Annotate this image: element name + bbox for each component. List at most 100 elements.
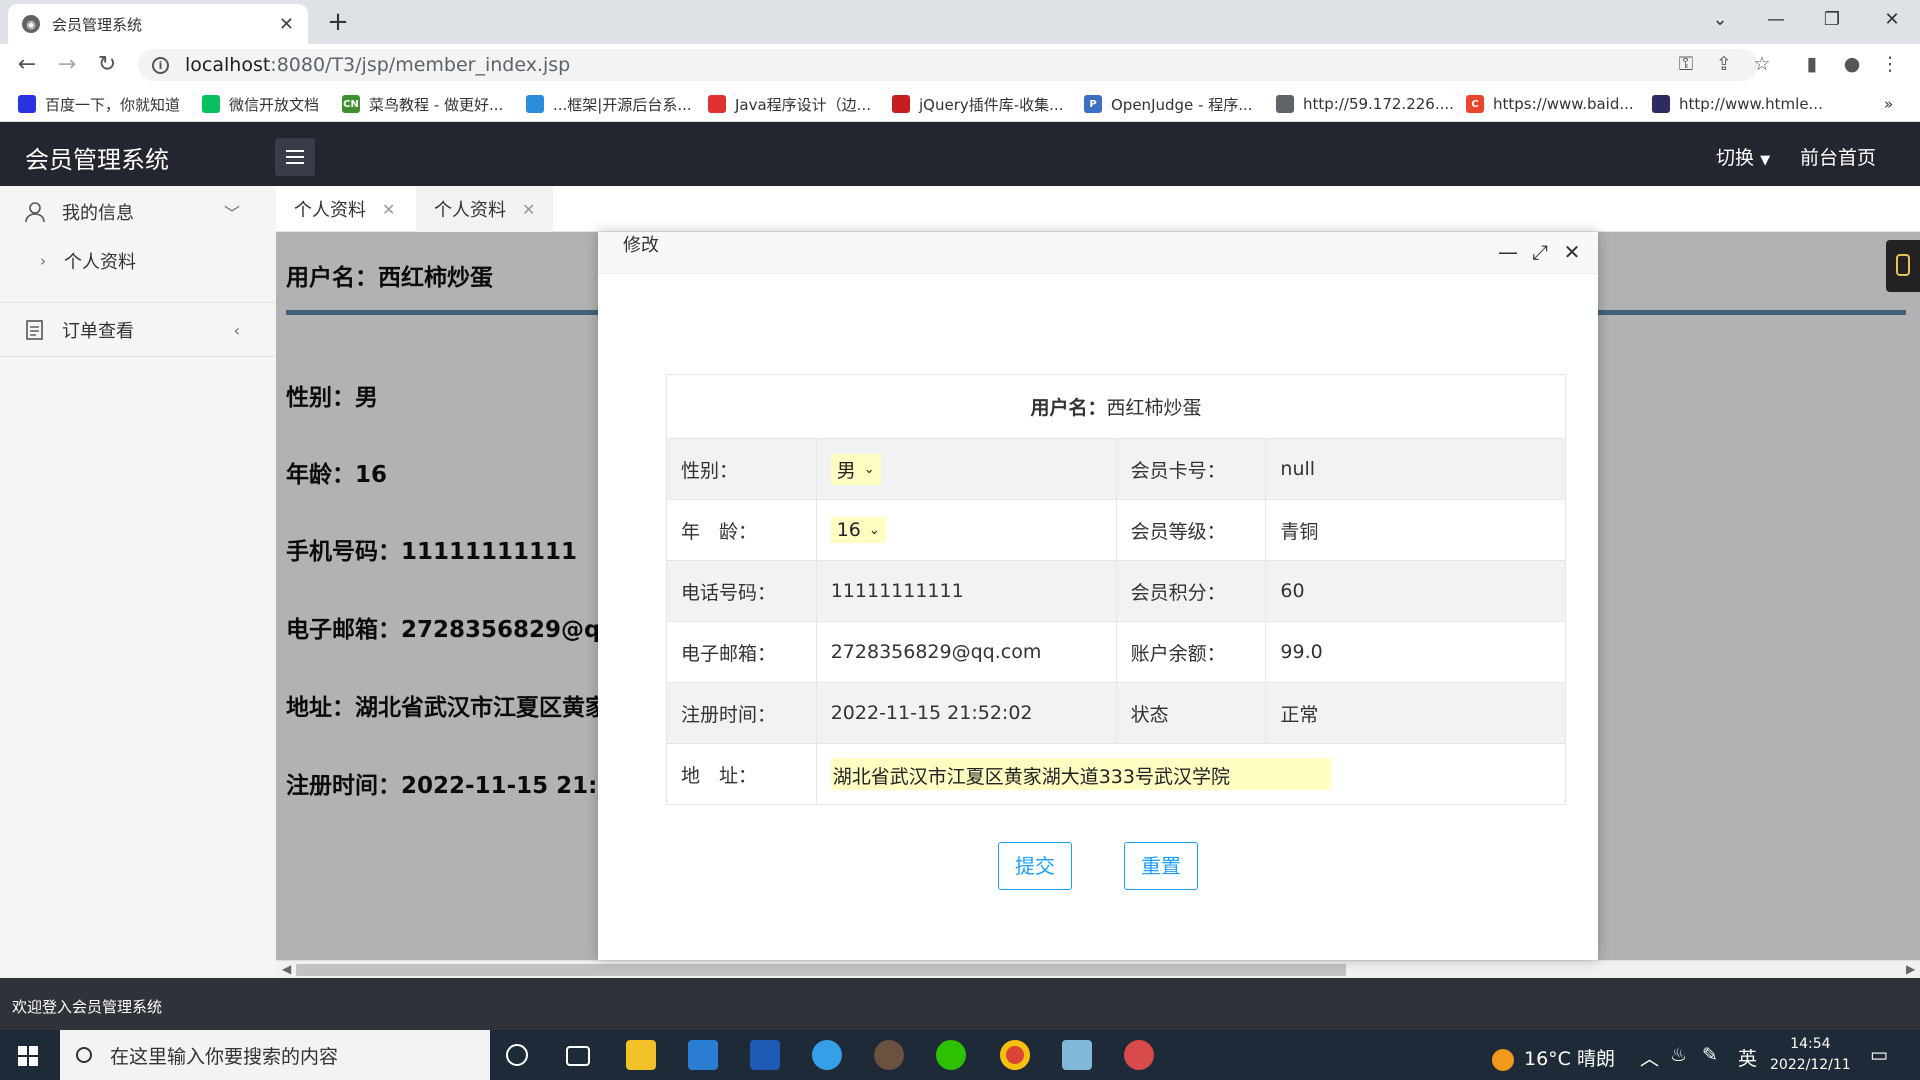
address-input[interactable]: 湖北省武汉市江夏区黄家湖大道333号武汉学院: [830, 758, 1331, 790]
sidebar-item-personal-profile[interactable]: › 个人资料: [0, 238, 276, 284]
bookmark-item[interactable]: http://59.172.226....: [1276, 94, 1454, 114]
share-icon[interactable]: ⇪: [1710, 50, 1738, 78]
scroll-right-icon[interactable]: ▶: [1906, 962, 1915, 976]
close-icon[interactable]: ✕: [1558, 238, 1586, 266]
back-icon[interactable]: ←: [12, 50, 42, 80]
side-panel-icon[interactable]: ▮: [1798, 50, 1826, 78]
bookmark-item[interactable]: P OpenJudge - 程序...: [1084, 94, 1253, 114]
bookmark-item[interactable]: 微信开放文档: [202, 94, 319, 114]
close-icon[interactable]: ✕: [382, 200, 395, 219]
chrome-icon[interactable]: [1000, 1040, 1030, 1070]
sidebar-divider: [0, 302, 276, 303]
modal-header: 修改 — ⤢ ✕: [598, 232, 1598, 274]
forward-icon[interactable]: →: [52, 50, 82, 80]
mail-icon[interactable]: [688, 1040, 718, 1070]
bookmark-item[interactable]: ...框架|开源后台系...: [526, 94, 692, 114]
edit-form-table: 用户名：西红柿炒蛋 性别： 男 ⌄ 会员卡号： null 年 龄： 16 ⌄ 会员等…: [666, 374, 1567, 805]
word-icon[interactable]: [750, 1040, 780, 1070]
reset-button[interactable]: 重置: [1124, 842, 1198, 890]
cortana-icon[interactable]: [506, 1044, 528, 1066]
edit-modal: 修改 — ⤢ ✕ 用户名：西红柿炒蛋 性别： 男 ⌄ 会员卡号： null 年 龄…: [598, 232, 1598, 960]
switch-menu[interactable]: 切换 ▼: [1716, 143, 1770, 170]
bookmark-item[interactable]: CN 菜鸟教程 - 做更好...: [342, 94, 503, 114]
app-title: 会员管理系统: [25, 146, 169, 174]
globe-icon: [1276, 95, 1294, 113]
table-row: 地 址： 湖北省武汉市江夏区黄家湖大道333号武汉学院: [666, 743, 1567, 805]
new-tab-button[interactable]: +: [322, 6, 354, 38]
task-view-icon[interactable]: [566, 1046, 590, 1066]
windows-taskbar: 在这里输入你要搜索的内容 16°C 晴朗 ︿ ♨ ✎ 英 14:54 2022/…: [0, 1030, 1920, 1080]
key-icon[interactable]: ⚿: [1672, 50, 1700, 78]
email-label: 电子邮箱：: [666, 621, 817, 683]
restore-icon[interactable]: ❐: [1804, 0, 1860, 40]
menu-kebab-icon[interactable]: ⋮: [1876, 50, 1904, 78]
register-label: 注册时间：: [666, 682, 817, 744]
modal-title: 修改: [623, 235, 659, 256]
htmleaf-icon: [1652, 95, 1670, 113]
tray-overflow-icon[interactable]: ︿: [1640, 1044, 1659, 1071]
app-header: 会员管理系统 切换 ▼ 前台首页: [0, 122, 1920, 186]
close-icon[interactable]: ✕: [522, 200, 535, 219]
profile-avatar-icon[interactable]: ●: [1838, 50, 1866, 78]
bookmark-item[interactable]: jQuery插件库-收集...: [892, 94, 1063, 114]
bookmarks-more-button[interactable]: »: [1884, 94, 1893, 114]
level-value: 青铜: [1265, 499, 1566, 561]
address-bar[interactable]: i localhost:8080/T3/jsp/member_index.jsp: [138, 49, 1758, 81]
scroll-thumb[interactable]: [296, 964, 1346, 976]
tray-app-icon[interactable]: ♨: [1670, 1044, 1687, 1066]
sidebar-item-order-view[interactable]: 订单查看 ‹: [0, 304, 276, 356]
address-label: 地 址：: [666, 743, 817, 805]
bookmark-item[interactable]: 百度一下，你就知道: [18, 94, 180, 114]
taskbar-clock[interactable]: 14:54 2022/12/11: [1770, 1034, 1851, 1076]
chevron-left-icon: ‹: [233, 320, 240, 340]
maximize-icon[interactable]: ⤢: [1526, 238, 1554, 266]
minimize-icon[interactable]: —: [1748, 0, 1804, 40]
app-footer: 欢迎登入会员管理系统: [0, 978, 1920, 1030]
browser-tab[interactable]: ◉ 会员管理系统 ✕: [8, 4, 308, 44]
ime-indicator[interactable]: 英: [1738, 1044, 1757, 1071]
tab-personal-profile[interactable]: 个人资料 ✕: [276, 186, 413, 232]
app-icon[interactable]: [1124, 1040, 1154, 1070]
poj-icon: P: [1084, 95, 1102, 113]
info-icon[interactable]: i: [152, 56, 169, 74]
caret-down-icon: ▼: [1760, 153, 1771, 168]
table-row: 注册时间： 2022-11-15 21:52:02 状态 正常: [666, 682, 1566, 744]
submit-button[interactable]: 提交: [998, 842, 1072, 890]
windows-start-icon[interactable]: [18, 1046, 38, 1066]
reload-icon[interactable]: ↻: [92, 50, 122, 80]
bookmark-item[interactable]: http://www.htmle...: [1652, 94, 1823, 114]
card-value: null: [1265, 438, 1566, 500]
close-icon[interactable]: ✕: [279, 14, 294, 35]
side-handle[interactable]: [1886, 240, 1920, 292]
weather-widget[interactable]: 16°C 晴朗: [1492, 1044, 1615, 1071]
bookmark-item[interactable]: Chttps://www.baid...: [1466, 94, 1634, 114]
bookmark-item[interactable]: Java程序设计（边...: [708, 94, 871, 114]
chevron-down-icon: ﹀: [223, 204, 240, 223]
app-gear-icon[interactable]: [874, 1040, 904, 1070]
tab-search-icon[interactable]: ⌄: [1692, 0, 1748, 40]
gender-select[interactable]: 男 ⌄: [830, 453, 881, 485]
age-select[interactable]: 16 ⌄: [830, 517, 886, 543]
horizontal-scrollbar[interactable]: ◀ ▶: [276, 960, 1920, 978]
bookmark-star-icon[interactable]: ☆: [1748, 50, 1776, 78]
csdn-icon: C: [1466, 95, 1484, 113]
sidebar-item-my-info[interactable]: 我的信息 ﹀: [0, 186, 276, 238]
pen-icon[interactable]: ✎: [1702, 1044, 1718, 1066]
frontend-home-link[interactable]: 前台首页: [1800, 143, 1876, 170]
notepad-icon[interactable]: [1062, 1040, 1092, 1070]
ide-icon[interactable]: [812, 1040, 842, 1070]
window-close-icon[interactable]: ✕: [1864, 0, 1920, 40]
sidebar: 我的信息 ﹀ › 个人资料 订单查看 ‹: [0, 186, 276, 978]
notification-icon[interactable]: ▭: [1870, 1044, 1888, 1066]
scroll-left-icon[interactable]: ◀: [282, 962, 291, 976]
file-explorer-icon[interactable]: [626, 1040, 656, 1070]
table-row: 电话号码： 11111111111 会员积分： 60: [666, 560, 1566, 622]
minimize-icon[interactable]: —: [1494, 238, 1522, 266]
username-cell: 用户名：西红柿炒蛋: [666, 374, 1566, 439]
wechat-icon[interactable]: [936, 1040, 966, 1070]
sidebar-divider: [0, 356, 276, 357]
menu-toggle-button[interactable]: [275, 138, 315, 176]
gender-cell: 男 ⌄: [815, 438, 1117, 500]
taskbar-search-input[interactable]: 在这里输入你要搜索的内容: [60, 1030, 490, 1080]
tab-personal-profile-active[interactable]: 个人资料 ✕: [416, 186, 554, 232]
